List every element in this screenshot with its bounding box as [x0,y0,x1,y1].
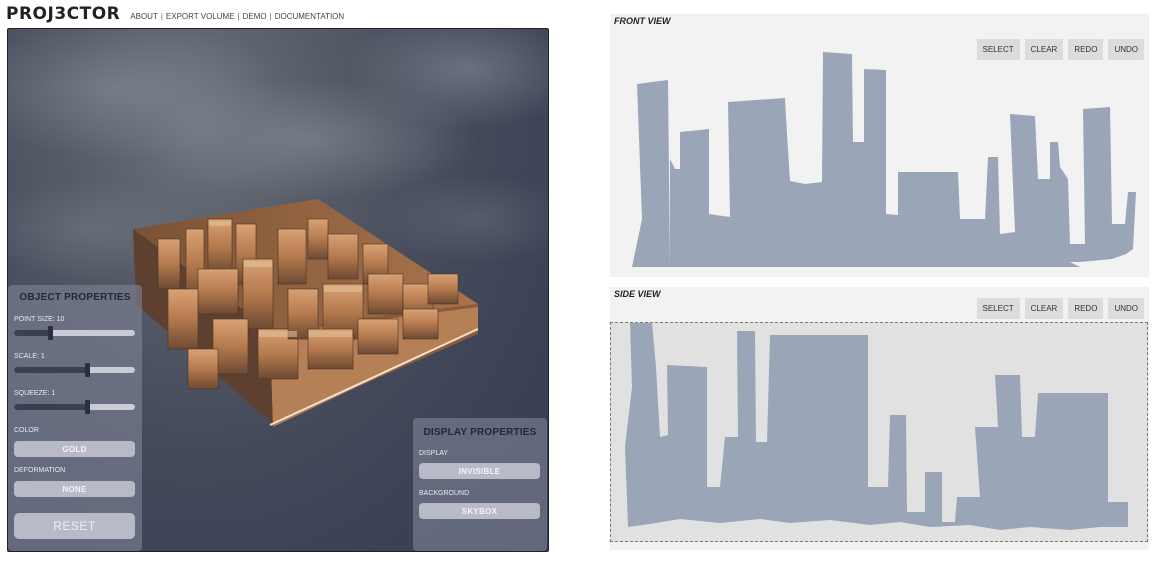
background-label: BACKGROUND [419,490,470,497]
side-view-panel: SIDE VIEW SELECT CLEAR REDO UNDO [610,287,1149,550]
side-clear-button[interactable]: CLEAR [1024,298,1064,319]
object-properties-title: OBJECT PROPERTIES [19,292,131,303]
deformation-select[interactable]: NONE [14,481,135,497]
front-view-toolbar: SELECT CLEAR REDO UNDO [976,39,1144,60]
side-view-toolbar: SELECT CLEAR REDO UNDO [976,298,1144,319]
front-clear-button[interactable]: CLEAR [1024,39,1064,60]
side-redo-button[interactable]: REDO [1068,298,1104,319]
slider-thumb[interactable] [84,363,90,377]
slider-fill [14,404,87,410]
side-view-canvas[interactable] [610,287,1149,550]
object-properties-panel: OBJECT PROPERTIES POINT SIZE: 10 SCALE: … [8,285,142,551]
slider-thumb[interactable] [84,400,90,414]
nav-export-volume[interactable]: EXPORT VOLUME [166,12,235,21]
point-size-label: POINT SIZE: 10 [14,316,65,323]
front-undo-button[interactable]: UNDO [1108,39,1144,60]
scale-label: SCALE: 1 [14,353,45,360]
side-undo-button[interactable]: UNDO [1108,298,1144,319]
nav-separator: | [160,12,163,21]
3d-viewport[interactable]: OBJECT PROPERTIES POINT SIZE: 10 SCALE: … [7,28,549,552]
side-view-title: SIDE VIEW [614,289,661,299]
slider-thumb[interactable] [48,326,54,340]
display-label: DISPLAY [419,450,449,457]
side-silhouette [625,323,1128,530]
point-size-slider[interactable] [14,326,135,340]
front-view-title: FRONT VIEW [614,16,671,26]
nav-demo[interactable]: DEMO [243,12,267,21]
nav-separator: | [269,12,272,21]
display-properties-title: DISPLAY PROPERTIES [423,427,537,438]
slider-fill [14,330,51,336]
front-redo-button[interactable]: REDO [1068,39,1104,60]
squeeze-label: SQUEEZE: 1 [14,390,56,397]
app-logo: PROJ3CTOR [6,4,121,24]
reset-button[interactable]: RESET [14,513,135,539]
nav-separator: | [237,12,240,21]
background-select[interactable]: SKYBOX [419,503,540,519]
front-select-button[interactable]: SELECT [976,39,1020,60]
color-label: COLOR [14,427,39,434]
squeeze-slider[interactable] [14,400,135,414]
front-view-panel: FRONT VIEW SELECT CLEAR REDO UNDO [610,14,1149,277]
deformation-label: DEFORMATION [14,467,66,474]
nav-documentation[interactable]: DOCUMENTATION [275,12,344,21]
top-nav: ABOUT | EXPORT VOLUME | DEMO | DOCUMENTATION [130,12,344,21]
display-select[interactable]: INVISIBLE [419,463,540,479]
scale-slider[interactable] [14,363,135,377]
header: PROJ3CTOR ABOUT | EXPORT VOLUME | DEMO | DOCUM… [6,4,344,24]
display-properties-panel: DISPLAY PROPERTIES DISPLAY INVISIBLE BAC… [413,418,547,551]
nav-about[interactable]: ABOUT [130,12,158,21]
side-select-button[interactable]: SELECT [976,298,1020,319]
front-silhouette [632,52,1136,267]
color-select[interactable]: GOLD [14,441,135,457]
slider-fill [14,367,87,373]
